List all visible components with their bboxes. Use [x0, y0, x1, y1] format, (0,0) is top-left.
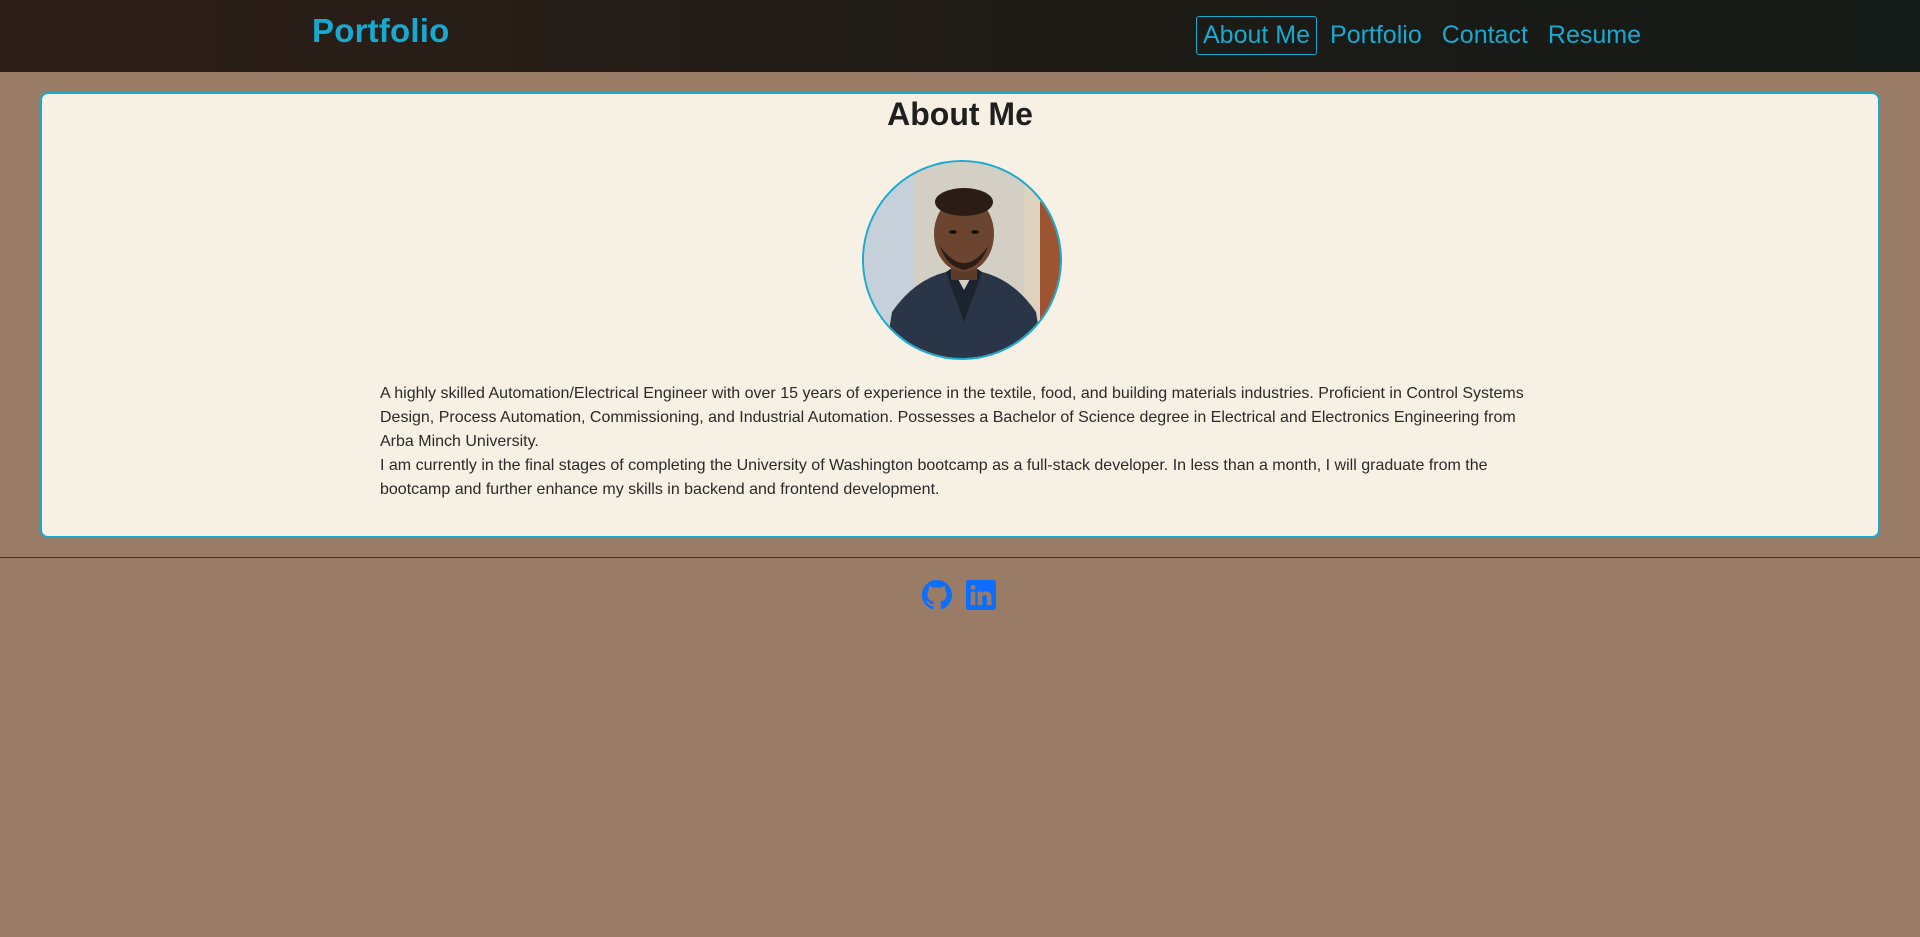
- bio-paragraph: I am currently in the final stages of co…: [380, 457, 1488, 498]
- nav-link-contact[interactable]: Contact: [1435, 16, 1535, 55]
- avatar: [862, 160, 1062, 360]
- bio-paragraph: A highly skilled Automation/Electrical E…: [380, 385, 1524, 450]
- about-title: About Me: [887, 96, 1033, 132]
- about-card: About Me A highly skilled Automation/Ele…: [40, 92, 1880, 538]
- nav-links: About Me Portfolio Contact Resume: [1196, 16, 1648, 55]
- footer-divider: [0, 557, 1920, 558]
- nav-link-portfolio[interactable]: Portfolio: [1323, 16, 1429, 55]
- navbar: Portfolio About Me Portfolio Contact Res…: [0, 0, 1920, 72]
- github-icon: [922, 580, 952, 610]
- nav-link-about-me[interactable]: About Me: [1196, 16, 1318, 55]
- social-links: [922, 580, 996, 610]
- github-link[interactable]: [922, 580, 952, 610]
- about-bio: A highly skilled Automation/Electrical E…: [380, 382, 1540, 502]
- linkedin-icon: [966, 580, 996, 610]
- brand-link[interactable]: Portfolio: [312, 12, 449, 50]
- nav-link-resume[interactable]: Resume: [1541, 16, 1648, 55]
- profile-photo-icon: [864, 162, 1060, 358]
- linkedin-link[interactable]: [966, 580, 996, 610]
